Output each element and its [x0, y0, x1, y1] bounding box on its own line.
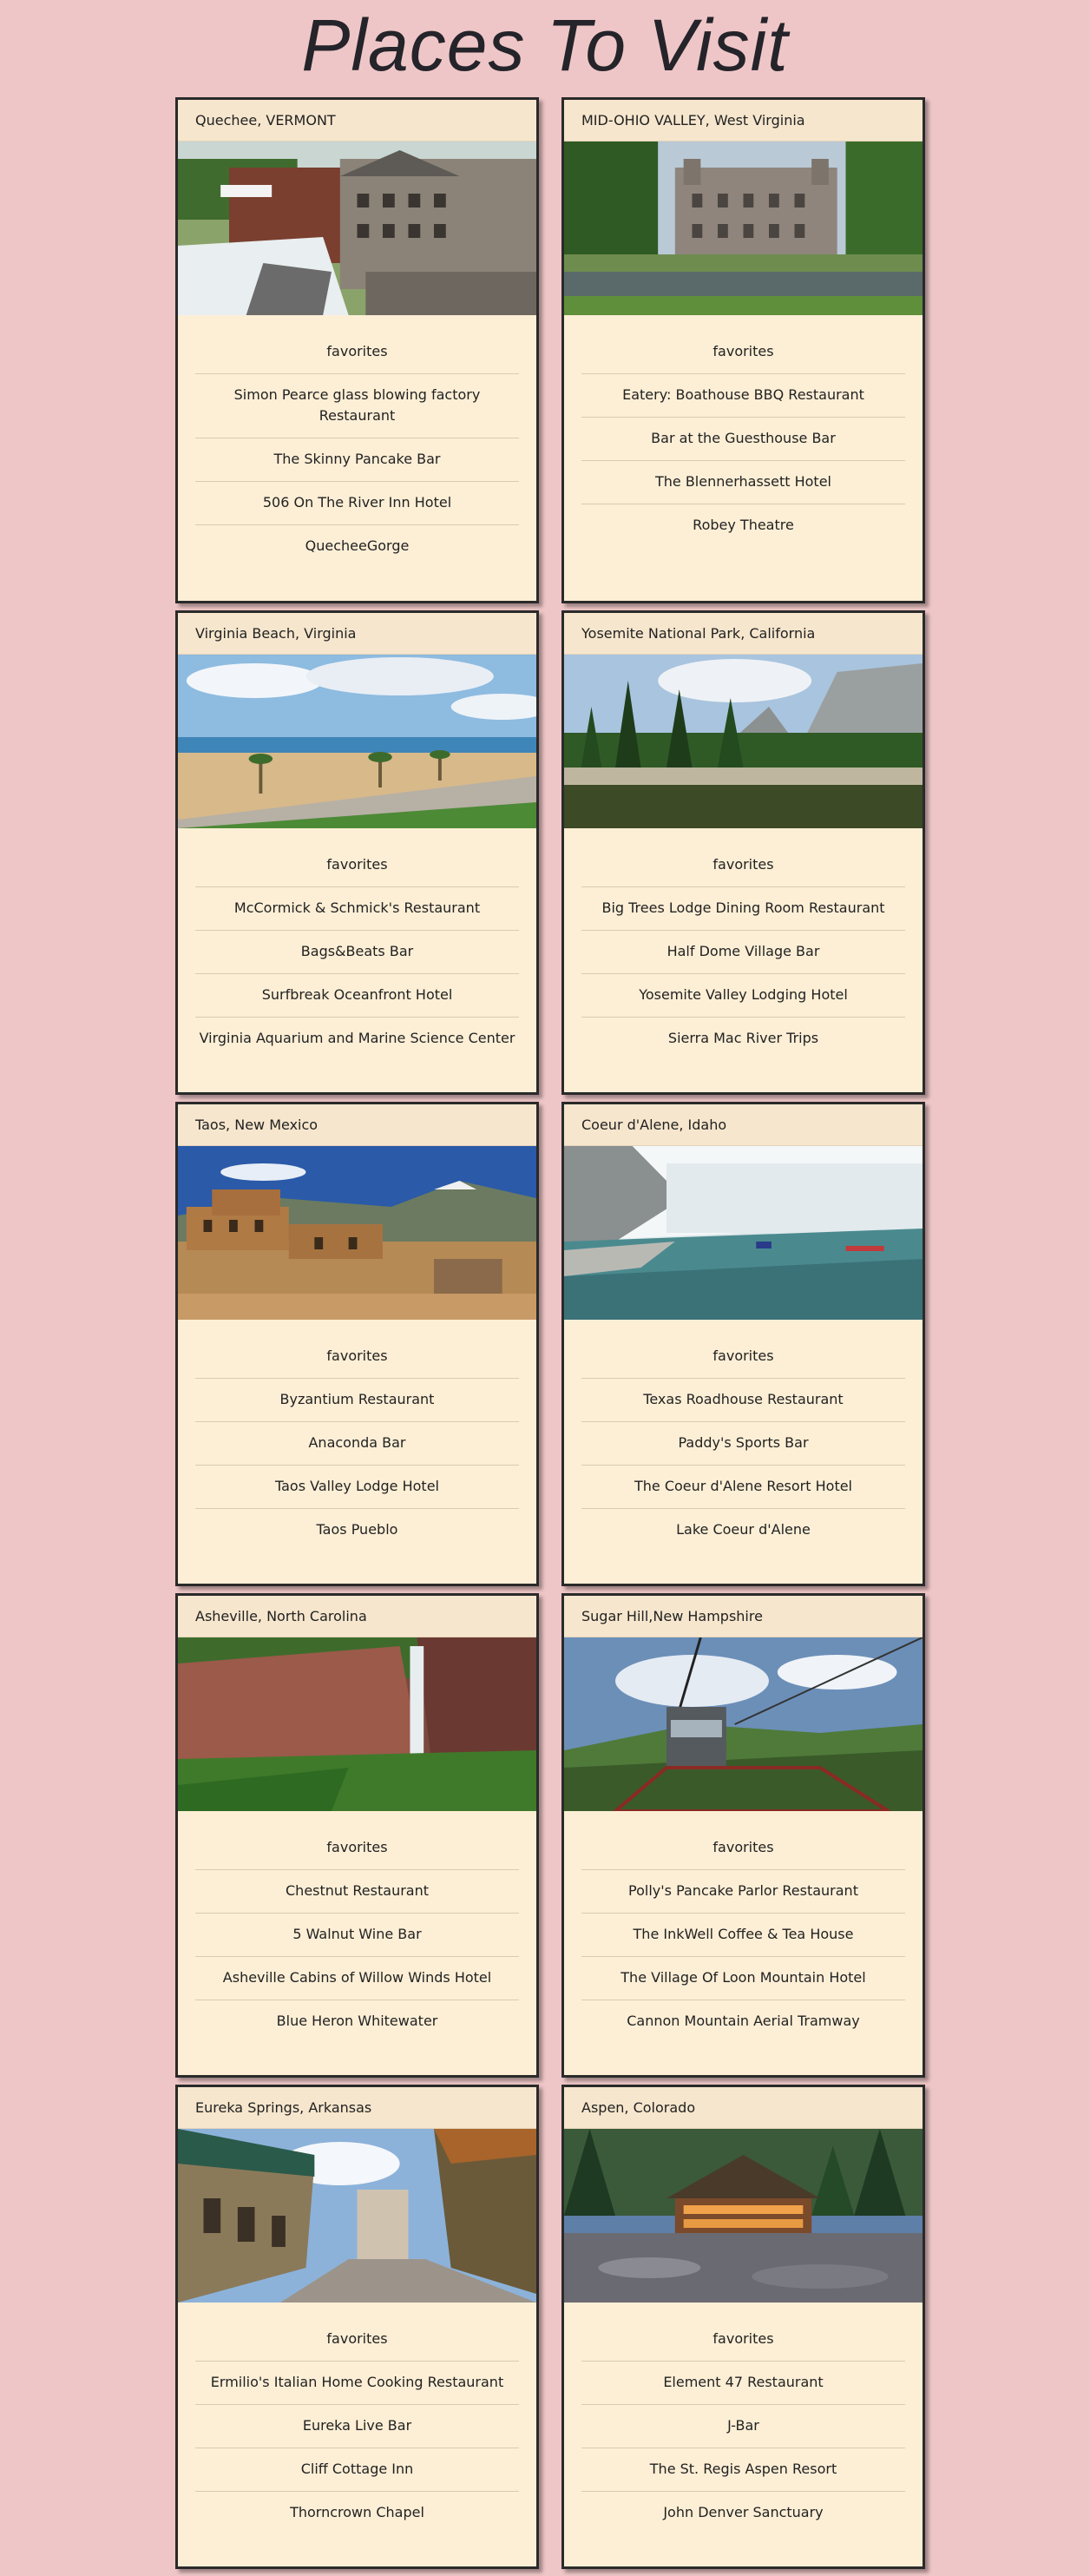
favorite-item: Robey Theatre [693, 517, 794, 533]
favorites-list: favorites Chestnut Restaurant 5 Walnut Win… [195, 1828, 519, 2043]
places-row: Asheville, North Carolina favorites Chest… [175, 1593, 925, 2078]
favorites-heading: favorites [195, 2320, 519, 2362]
favorite-item: The Blennerhassett Hotel [581, 461, 905, 504]
place-name: Aspen, Colorado [564, 2087, 923, 2129]
favorites-list: favorites McCormick & Schmick's Restauran… [195, 846, 519, 1060]
favorite-item: Anaconda Bar [195, 1422, 519, 1466]
place-name: Virginia Beach, Virginia [178, 613, 536, 655]
place-card: Yosemite National Park, California favor… [561, 610, 925, 1095]
favorite-item: Sierra Mac River Trips [667, 1030, 819, 1046]
historic-building-photo [564, 142, 923, 315]
favorite-item: Paddy's Sports Bar [581, 1422, 905, 1466]
favorite-item: Byzantium Restaurant [195, 1379, 519, 1422]
place-card: Aspen, Colorado favorites Element 47 Rest… [561, 2085, 925, 2569]
mill-waterfall-photo [178, 142, 536, 315]
places-row: Virginia Beach, Virginia favorites McCorm… [175, 610, 925, 1095]
favorite-item: 5 Walnut Wine Bar [195, 1914, 519, 1957]
favorite-item: Big Trees Lodge Dining Room Restaurant [581, 887, 905, 931]
yosemite-photo [564, 655, 923, 828]
favorite-item: Element 47 Restaurant [581, 2362, 905, 2405]
town-street-photo [178, 2129, 536, 2303]
place-card: Eureka Springs, Arkansas favorites Ermili… [175, 2085, 539, 2569]
favorite-item: QuecheeGorge [305, 537, 410, 554]
places-row: Quechee, VERMONT favorites Simon Pearce g… [175, 97, 925, 603]
favorites-heading: favorites [581, 846, 905, 887]
favorite-item: Cliff Cottage Inn [195, 2448, 519, 2492]
place-card: Coeur d'Alene, Idaho favorites Texas Road… [561, 1102, 925, 1586]
favorite-item: Polly's Pancake Parlor Restaurant [581, 1870, 905, 1914]
favorites-list: favorites Byzantium Restaurant Anaconda Ba… [195, 1337, 519, 1552]
favorites-heading: favorites [195, 333, 519, 374]
favorites-heading: favorites [581, 333, 905, 374]
favorite-item: Virginia Aquarium and Marine Science Cen… [199, 1030, 515, 1046]
place-name: Quechee, VERMONT [178, 100, 536, 142]
favorites-heading: favorites [581, 1828, 905, 1870]
place-name: Sugar Hill,New Hampshire [564, 1596, 923, 1637]
place-card: Asheville, North Carolina favorites Chest… [175, 1593, 539, 2078]
place-name: MID-OHIO VALLEY, West Virginia [564, 100, 923, 142]
favorite-item: Asheville Cabins of Willow Winds Hotel [195, 1957, 519, 2000]
favorite-item: Eatery: Boathouse BBQ Restaurant [581, 374, 905, 418]
favorites-heading: favorites [581, 2320, 905, 2362]
places-grid: Quechee, VERMONT favorites Simon Pearce g… [175, 97, 925, 2576]
favorite-item: Cannon Mountain Aerial Tramway [627, 2013, 860, 2029]
places-row: Taos, New Mexico favorites Byzantium Rest… [175, 1102, 925, 1586]
favorites-heading: favorites [195, 846, 519, 887]
favorites-list: favorites Simon Pearce glass blowing fact… [195, 333, 519, 568]
place-name: Yosemite National Park, California [564, 613, 923, 655]
favorite-item: Taos Valley Lodge Hotel [195, 1466, 519, 1509]
beach-photo [178, 655, 536, 828]
place-card: Sugar Hill,New Hampshire favorites Polly'… [561, 1593, 925, 2078]
favorites-list: favorites Texas Roadhouse Restaurant Paddy… [581, 1337, 905, 1552]
favorites-heading: favorites [581, 1337, 905, 1379]
favorite-item: The Coeur d'Alene Resort Hotel [581, 1466, 905, 1509]
favorite-item: Bar at the Guesthouse Bar [581, 418, 905, 461]
favorite-item: The InkWell Coffee & Tea House [581, 1914, 905, 1957]
favorites-list: favorites Ermilio's Italian Home Cooking … [195, 2320, 519, 2534]
place-name: Taos, New Mexico [178, 1104, 536, 1146]
mountain-lodge-photo [564, 2129, 923, 2303]
places-row: Eureka Springs, Arkansas favorites Ermili… [175, 2085, 925, 2569]
page-title: Places To Visit [301, 4, 789, 86]
place-name: Eureka Springs, Arkansas [178, 2087, 536, 2129]
favorite-item: Ermilio's Italian Home Cooking Restauran… [195, 2362, 519, 2405]
favorite-item: John Denver Sanctuary [663, 2504, 824, 2520]
place-card: MID-OHIO VALLEY, West Virginia favorites… [561, 97, 925, 603]
place-card: Virginia Beach, Virginia favorites McCorm… [175, 610, 539, 1095]
favorite-item: Thorncrown Chapel [290, 2504, 424, 2520]
favorites-list: favorites Big Trees Lodge Dining Room Res… [581, 846, 905, 1060]
waterfall-kayak-photo [564, 1146, 923, 1320]
favorite-item: Surfbreak Oceanfront Hotel [195, 974, 519, 1018]
favorite-item: The Village Of Loon Mountain Hotel [581, 1957, 905, 2000]
favorites-heading: favorites [195, 1337, 519, 1379]
favorites-list: favorites Polly's Pancake Parlor Restaura… [581, 1828, 905, 2043]
favorite-item: Yosemite Valley Lodging Hotel [581, 974, 905, 1018]
favorites-list: favorites Eatery: Boathouse BBQ Restauran… [581, 333, 905, 547]
place-name: Asheville, North Carolina [178, 1596, 536, 1637]
favorite-item: Texas Roadhouse Restaurant [581, 1379, 905, 1422]
aerial-tramway-photo [564, 1637, 923, 1811]
place-name: Coeur d'Alene, Idaho [564, 1104, 923, 1146]
favorite-item: The Skinny Pancake Bar [195, 438, 519, 482]
favorite-item: Eureka Live Bar [195, 2405, 519, 2448]
place-card: Taos, New Mexico favorites Byzantium Rest… [175, 1102, 539, 1586]
pueblo-photo [178, 1146, 536, 1320]
cliff-waterfall-photo [178, 1637, 536, 1811]
favorite-item: J-Bar [581, 2405, 905, 2448]
favorite-item: 506 On The River Inn Hotel [195, 482, 519, 525]
favorite-item: Taos Pueblo [316, 1521, 398, 1538]
favorites-list: favorites Element 47 Restaurant J-Bar The S… [581, 2320, 905, 2534]
favorites-heading: favorites [195, 1828, 519, 1870]
favorite-item: Lake Coeur d'Alene [676, 1521, 811, 1538]
favorite-item: Half Dome Village Bar [581, 931, 905, 974]
favorite-item: Bags&Beats Bar [195, 931, 519, 974]
favorite-item: Chestnut Restaurant [195, 1870, 519, 1914]
favorite-item: Simon Pearce glass blowing factory Resta… [195, 374, 519, 438]
favorite-item: The St. Regis Aspen Resort [581, 2448, 905, 2492]
favorite-item: Blue Heron Whitewater [276, 2013, 438, 2029]
place-card: Quechee, VERMONT favorites Simon Pearce g… [175, 97, 539, 603]
favorite-item: McCormick & Schmick's Restaurant [195, 887, 519, 931]
